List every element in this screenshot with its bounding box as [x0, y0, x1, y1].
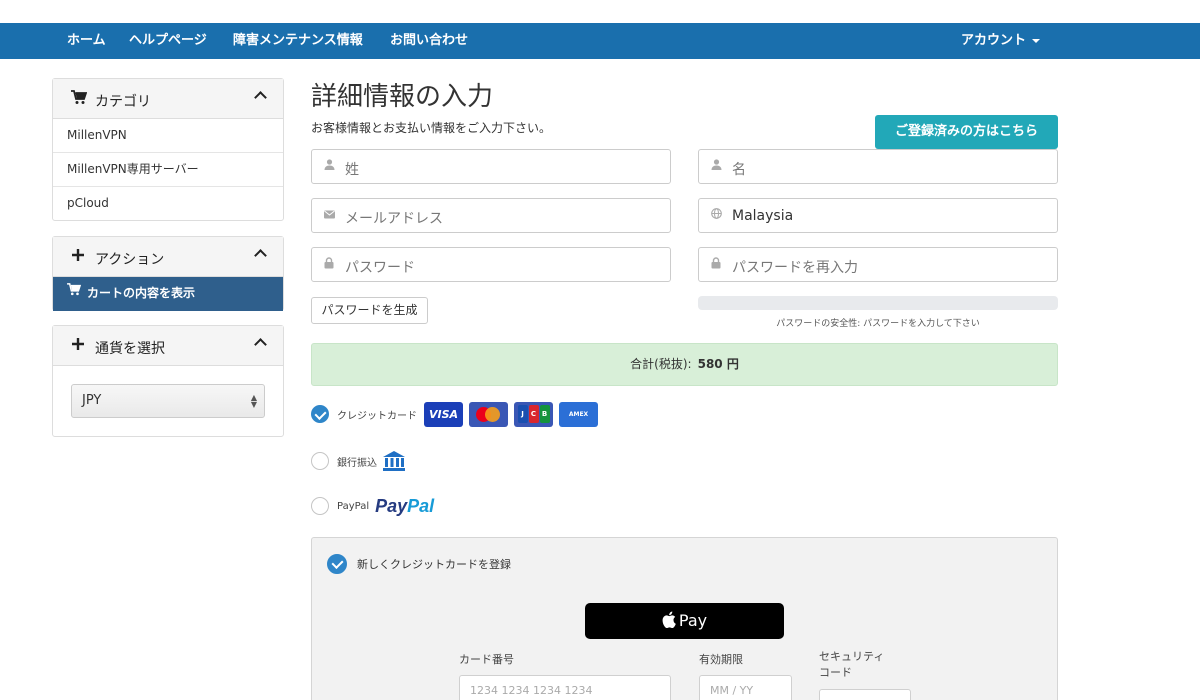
page-title: 詳細情報の入力 — [311, 82, 494, 112]
paypal-label: PayPal — [337, 500, 370, 512]
existing-customer-login-button[interactable]: ご登録済みの方はこちら — [875, 115, 1058, 149]
cvc-input[interactable] — [819, 689, 911, 700]
email-field[interactable]: メールアドレス — [311, 198, 671, 233]
new-card-label: 新しくクレジットカードを登録 — [357, 558, 511, 571]
expiry-input[interactable]: MM / YY — [699, 675, 792, 700]
password-confirm-field[interactable]: パスワードを再入力 — [698, 247, 1058, 282]
chevron-up-icon[interactable] — [254, 338, 267, 351]
currency-panel: 通貨を選択 JPY ▲ ▼ — [52, 325, 284, 437]
bank-transfer-label: 銀行振込 — [337, 457, 377, 469]
payment-option-credit-card[interactable]: クレジットカード VISA JCB AMEX — [311, 401, 598, 427]
category-panel: カテゴリ MillenVPN MillenVPN専用サーバー pCloud — [52, 78, 284, 221]
new-card-radio[interactable] — [327, 554, 347, 574]
last-name-placeholder: 姓 — [345, 162, 359, 178]
apple-icon — [662, 605, 676, 641]
sidebar-item-millenvpn[interactable]: MillenVPN — [53, 119, 283, 153]
nav-account-dropdown[interactable]: アカウント — [961, 23, 1041, 59]
last-name-field[interactable]: 姓 — [311, 149, 671, 184]
credit-card-radio[interactable] — [311, 405, 329, 423]
password-confirm-placeholder: パスワードを再入力 — [732, 260, 858, 276]
action-panel: アクション カートの内容を表示 — [52, 236, 284, 311]
card-number-label: カード番号 — [459, 653, 514, 666]
sidebar-item-view-cart[interactable]: カートの内容を表示 — [53, 277, 283, 311]
country-select[interactable]: Malaysia — [698, 198, 1058, 233]
jcb-logo-icon: JCB — [514, 401, 553, 427]
payment-option-paypal[interactable]: PayPal PayPal — [311, 493, 434, 519]
view-cart-label: カートの内容を表示 — [87, 286, 196, 300]
total-label: 合計(税抜): — [630, 357, 692, 371]
chevron-up-icon[interactable] — [254, 249, 267, 262]
apple-pay-button[interactable]: Pay — [585, 603, 784, 639]
first-name-placeholder: 名 — [732, 162, 746, 178]
nav-maintenance-link[interactable]: 障害メンテナンス情報 — [233, 23, 363, 59]
visa-logo-icon: VISA — [424, 401, 463, 427]
plus-icon — [71, 248, 85, 266]
paypal-radio[interactable] — [311, 497, 329, 515]
cart-icon — [67, 276, 82, 309]
credit-card-label: クレジットカード — [337, 410, 417, 422]
top-navbar: ホーム ヘルプページ 障害メンテナンス情報 お問い合わせ アカウント — [0, 23, 1200, 59]
expiry-label: 有効期限 — [699, 653, 743, 666]
lock-icon — [711, 257, 721, 272]
password-field[interactable]: パスワード — [311, 247, 671, 282]
category-panel-header[interactable]: カテゴリ — [53, 79, 283, 119]
nav-help-link[interactable]: ヘルプページ — [129, 23, 207, 59]
new-card-option[interactable]: 新しくクレジットカードを登録 — [327, 554, 511, 574]
nav-contact-link[interactable]: お問い合わせ — [390, 23, 468, 59]
updown-arrows-icon: ▲ ▼ — [250, 393, 257, 409]
sidebar-item-millenvpn-server[interactable]: MillenVPN専用サーバー — [53, 153, 283, 187]
currency-panel-title: 通貨を選択 — [95, 341, 165, 357]
password-strength-bar — [698, 296, 1058, 310]
action-panel-title: アクション — [95, 252, 165, 268]
action-panel-header[interactable]: アクション — [53, 237, 283, 277]
currency-select[interactable]: JPY ▲ ▼ — [71, 384, 265, 418]
envelope-icon — [324, 208, 335, 222]
bank-icon — [382, 450, 405, 472]
plus-icon — [71, 337, 85, 355]
lock-icon — [324, 257, 334, 272]
order-total-box: 合計(税抜): 580 円 — [311, 343, 1058, 386]
currency-selected-value: JPY — [82, 393, 102, 408]
cvc-label-line-2: コード — [819, 666, 852, 679]
password-strength-text: パスワードの安全性: パスワードを入力して下さい — [776, 319, 980, 329]
cart-icon — [71, 90, 88, 109]
credit-card-panel: 新しくクレジットカードを登録 Pay カード番号 1234 1234 1234 … — [311, 537, 1058, 700]
nav-home-link[interactable]: ホーム — [67, 23, 106, 59]
payment-option-bank-transfer[interactable]: 銀行振込 — [311, 448, 405, 474]
user-icon — [711, 159, 722, 173]
paypal-logo-icon: PayPal — [375, 495, 435, 516]
bank-transfer-radio[interactable] — [311, 452, 329, 470]
account-label: アカウント — [961, 33, 1027, 48]
user-icon — [324, 159, 335, 173]
currency-panel-header[interactable]: 通貨を選択 — [53, 326, 283, 366]
first-name-field[interactable]: 名 — [698, 149, 1058, 184]
category-panel-title: カテゴリ — [95, 94, 151, 110]
country-value: Malaysia — [732, 208, 794, 224]
sidebar-item-pcloud[interactable]: pCloud — [53, 187, 283, 221]
apple-pay-label: Pay — [678, 611, 708, 630]
caret-down-icon — [1032, 38, 1041, 43]
password-placeholder: パスワード — [345, 260, 415, 276]
generate-password-button[interactable]: パスワードを生成 — [311, 297, 428, 324]
card-number-input[interactable]: 1234 1234 1234 1234 — [459, 675, 671, 700]
cvc-label-line-1: セキュリティ — [819, 650, 885, 663]
globe-icon — [711, 208, 722, 222]
amex-logo-icon: AMEX — [559, 401, 598, 427]
chevron-up-icon[interactable] — [254, 91, 267, 104]
page-subtitle: お客様情報とお支払い情報をご入力下さい。 — [311, 121, 552, 135]
total-amount: 580 円 — [697, 357, 739, 371]
email-placeholder: メールアドレス — [345, 211, 443, 227]
cvc-label: セキュリティ コード — [819, 649, 884, 681]
mastercard-logo-icon — [469, 401, 508, 427]
